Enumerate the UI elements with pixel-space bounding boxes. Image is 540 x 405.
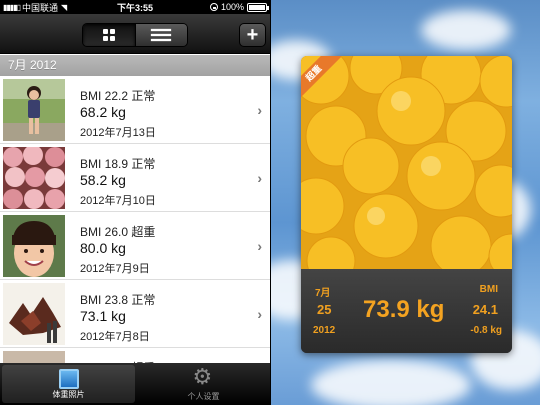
entry-weight: 58.2 kg [80,172,126,188]
status-bar: ▮▮▮▮▯ 中国联通 ◥ 下午3:55 100% [0,0,270,14]
month-section-header: 7月 2012 [0,55,270,76]
entry-bmi: BMI 18.9 正常 [80,157,156,171]
chevron-right-icon: › [257,306,262,322]
chevron-right-icon: › [257,102,262,118]
battery-percent: 100% [220,2,244,12]
detail-bmi-value: 24.1 [472,302,498,317]
view-mode-segmented-control [82,23,188,47]
food-photo-thumbnail [3,283,65,345]
entry-date: 2012年7月9日 [80,263,150,275]
peaches-photo-thumbnail [3,147,65,209]
entry-date: 2012年7月10日 [80,195,156,207]
grid-view-button[interactable] [83,24,135,46]
add-entry-button[interactable]: + [239,23,266,47]
detail-month: 7月 [315,288,331,299]
list-item[interactable]: BMI 23.8 正常 73.1 kg 2012年7月8日 › [0,280,270,348]
battery-icon [247,2,269,12]
detail-bmi-label: BMI [479,284,498,295]
weight-list-screen: ▮▮▮▮▯ 中国联通 ◥ 下午3:55 100% + 7月 2012 BMI 2… [0,0,270,405]
entry-weight: 68.2 kg [80,104,126,120]
tab-weight-photos[interactable]: 体重照片 [2,365,135,403]
tab-label: 体重照片 [52,390,85,399]
entry-weight: 73.1 kg [80,308,126,324]
entry-bmi: BMI 23.8 正常 [80,293,156,307]
chevron-right-icon: › [257,170,262,186]
signal-icon: ▮▮▮▮▯ [3,2,21,12]
navigation-bar: + [0,14,270,54]
girl-photo-thumbnail [3,79,65,141]
detail-weight-change: -0.8 kg [470,325,502,336]
weight-info-panel: 7月 25 2012 73.9 kg BMI 24.1 -0.8 kg [301,269,512,353]
list-item[interactable]: BMI 22.2 正常 68.2 kg 2012年7月13日 › [0,76,270,144]
entry-date: 2012年7月13日 [80,127,156,139]
weight-detail-screen: 超重 7月 25 2012 73.9 kg BMI 24.1 -0.8 kg [271,0,540,405]
entry-bmi: BMI 22.2 正常 [80,89,156,103]
chevron-right-icon: › [257,238,262,254]
tab-label: 个人设置 [187,392,220,401]
list-icon [151,29,172,41]
entry-weight: 80.0 kg [80,240,126,256]
detail-weight: 73.9 kg [363,296,445,323]
wifi-icon: ◥ [61,2,68,12]
tab-settings[interactable]: ⚙ 个人设置 [137,363,270,405]
gear-icon: ⚙ [192,364,213,389]
grid-icon [102,29,115,41]
detail-year: 2012 [313,325,336,336]
tab-bar: 体重照片 ⚙ 个人设置 [0,363,270,405]
entry-bmi: BMI 26.0 超重 [80,225,156,239]
photos-icon [55,369,79,396]
weight-detail-card[interactable]: 超重 7月 25 2012 73.9 kg BMI 24.1 -0.8 kg [301,56,512,353]
carrier-name: 中国联通 [22,2,59,13]
list-item[interactable]: BMI 18.9 正常 58.2 kg 2012年7月10日 › [0,144,270,212]
rotation-lock-icon [209,3,218,11]
list-item[interactable]: BMI 26.0 超重 80.0 kg 2012年7月9日 › [0,212,270,280]
smiling-face-photo-thumbnail [3,215,65,277]
detail-day: 25 [317,302,332,317]
weight-entry-list: BMI 22.2 正常 68.2 kg 2012年7月13日 › BMI 18.… [0,76,270,405]
oranges-photo: 超重 [301,56,512,269]
entry-date: 2012年7月8日 [80,331,150,343]
list-view-button[interactable] [134,24,187,46]
